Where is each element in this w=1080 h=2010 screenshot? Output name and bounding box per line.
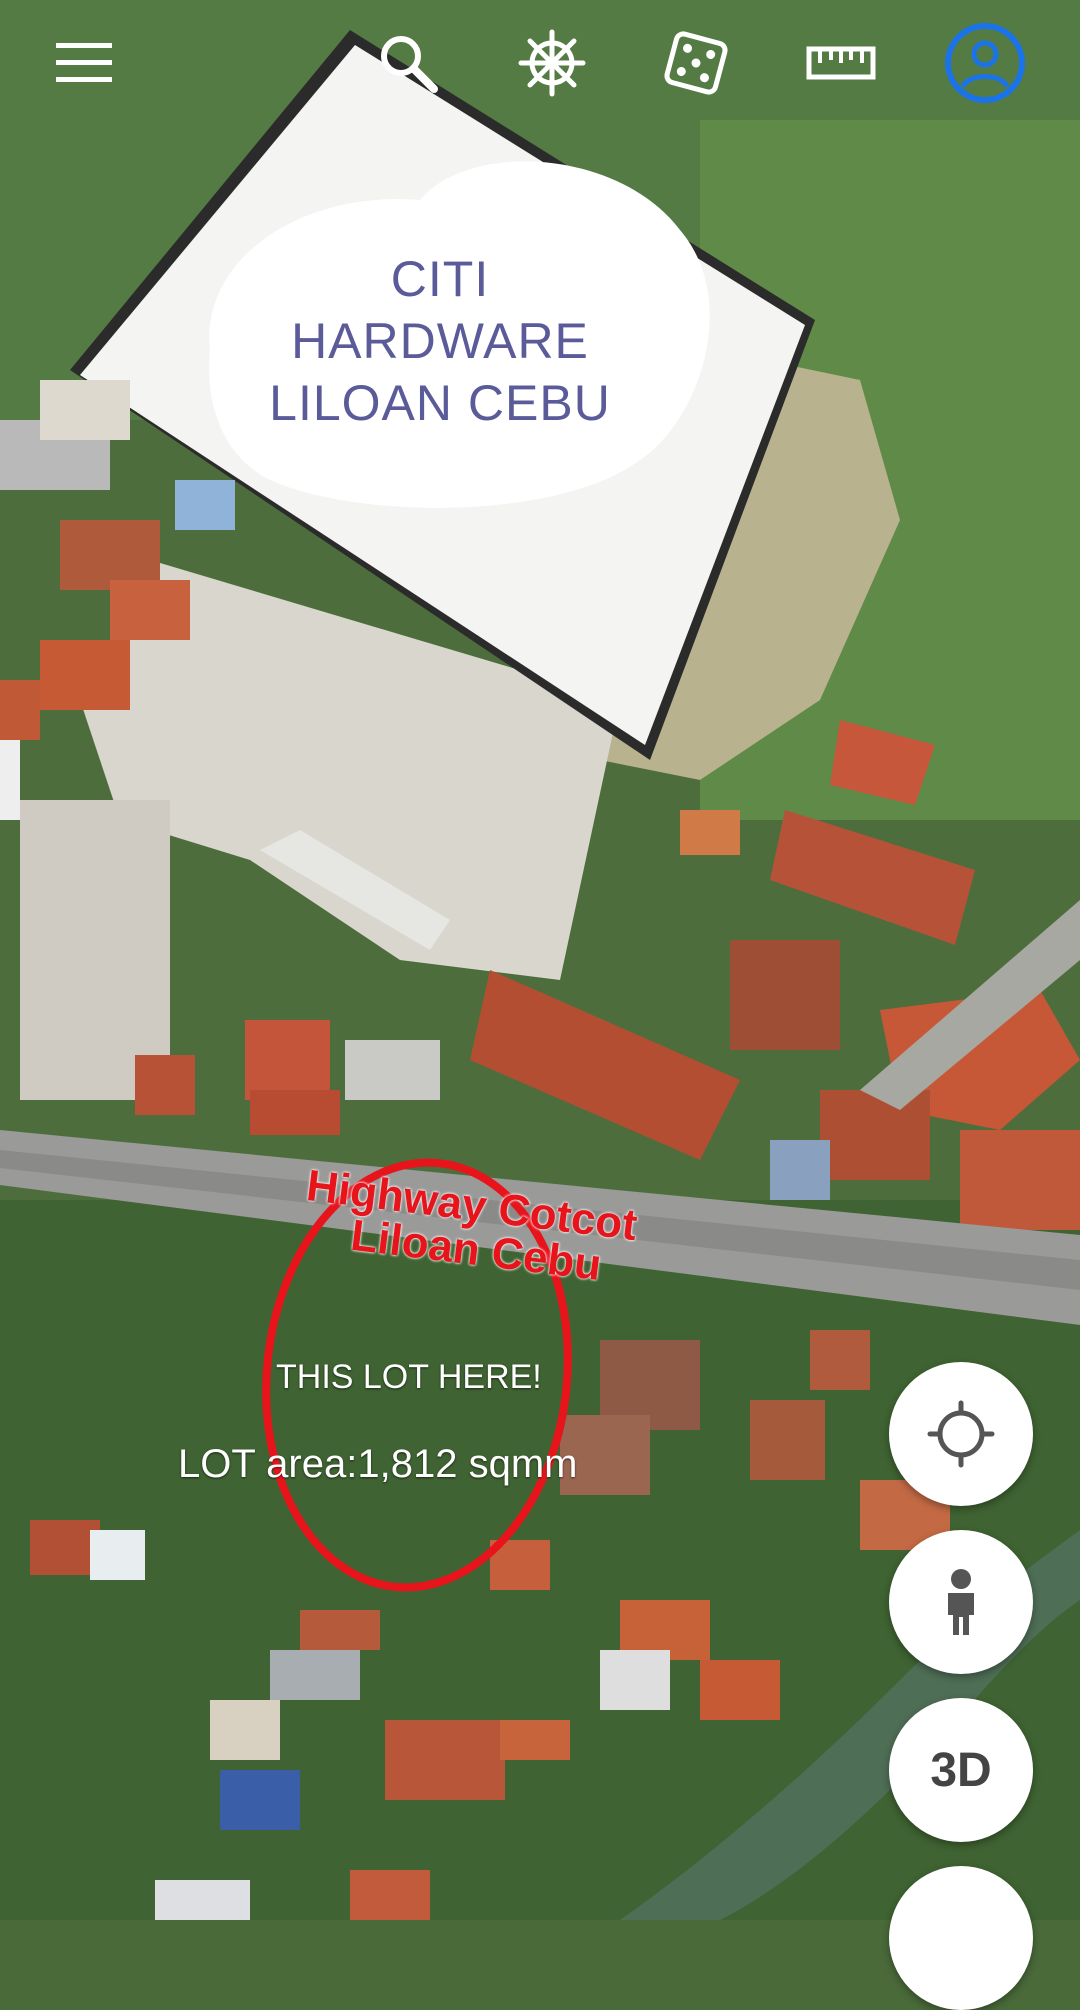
lot-area-label: LOT area:1,812 sqmm (178, 1442, 578, 1486)
three-d-button[interactable]: 3D (889, 1698, 1033, 1842)
account-icon[interactable] (935, 18, 1035, 108)
store-label-line: LILOAN CEBU (269, 375, 611, 431)
pegman-icon (948, 1569, 974, 1635)
store-label-line: HARDWARE (291, 313, 589, 369)
search-icon[interactable] (358, 18, 458, 108)
ruler-icon[interactable] (791, 18, 891, 108)
three-d-label: 3D (930, 1743, 992, 1797)
store-label: CITI HARDWARE LILOAN CEBU (230, 248, 650, 434)
street-view-button[interactable] (889, 1530, 1033, 1674)
lot-caption: THIS LOT HERE! (276, 1358, 542, 1396)
store-label-line: CITI (390, 251, 490, 307)
my-location-button[interactable] (889, 1362, 1033, 1506)
dice-icon[interactable] (646, 18, 746, 108)
menu-icon[interactable] (34, 18, 134, 108)
voyager-wheel-icon[interactable] (502, 18, 602, 108)
layers-button[interactable] (889, 1866, 1033, 2010)
my-location-icon (927, 1400, 995, 1468)
